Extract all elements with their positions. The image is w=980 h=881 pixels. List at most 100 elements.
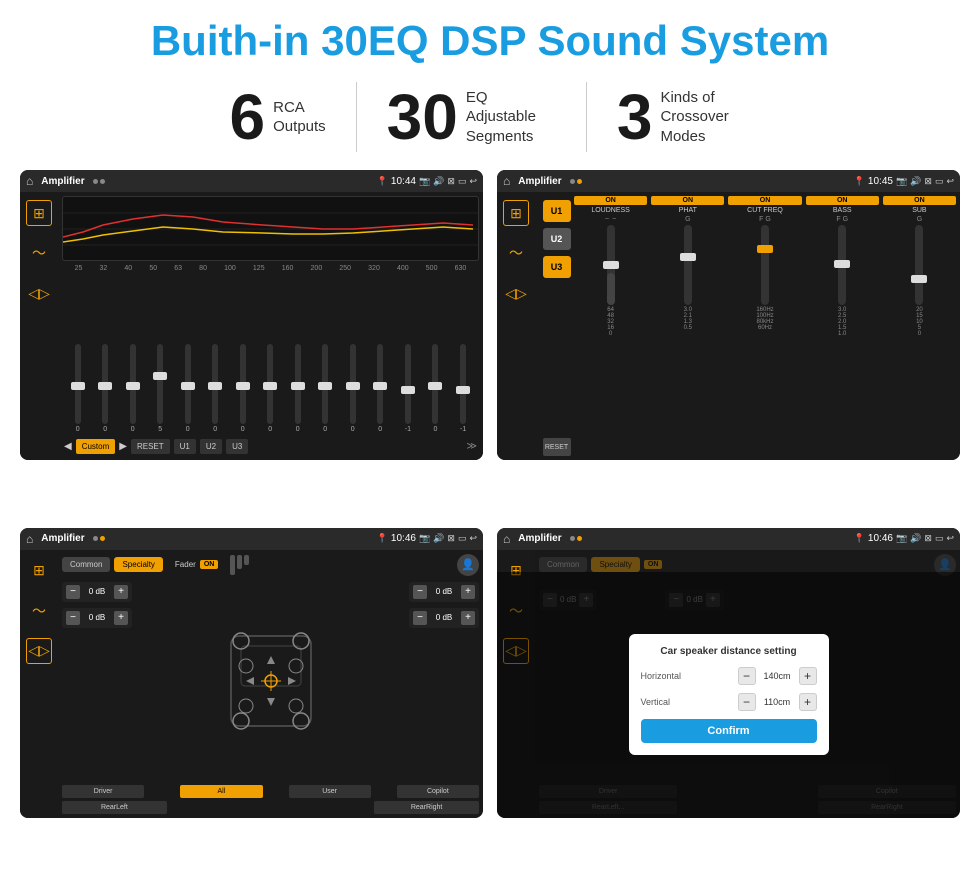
sub-label: SUB xyxy=(912,207,926,214)
copilot-btn[interactable]: Copilot xyxy=(397,785,479,798)
bass-on-btn[interactable]: ON xyxy=(806,196,879,205)
eq-slider-8[interactable]: 0 xyxy=(295,344,301,433)
fader-screen-content: ⊞ 〜 ◁▷ Common Specialty Fader ON xyxy=(20,550,483,818)
back-icon-4[interactable]: ↩ xyxy=(946,533,954,544)
eq-main: 253240506380100125160200250320400500630 … xyxy=(58,192,483,460)
eq-reset-btn[interactable]: RESET xyxy=(131,439,170,454)
eq-slider-7[interactable]: 0 xyxy=(267,344,273,433)
status-right-eq: 📍 10:44 📷 🔊 ⊠ ▭ ↩ xyxy=(377,176,477,187)
eq-slider-3[interactable]: 5 xyxy=(157,344,163,433)
signal-icon: ⊠ xyxy=(447,176,455,187)
camera-icon-4: 📷 xyxy=(896,533,907,544)
db-plus-3[interactable]: + xyxy=(461,585,475,599)
fader-label: Fader xyxy=(175,560,196,569)
confirm-button[interactable]: Confirm xyxy=(641,719,817,743)
fader-on-badge[interactable]: ON xyxy=(200,560,219,569)
fader-specialty-tab[interactable]: Specialty xyxy=(114,557,162,572)
eq-u1-btn[interactable]: U1 xyxy=(174,439,196,454)
fader-filter-icon[interactable]: ⊞ xyxy=(26,558,52,584)
dot-3 xyxy=(570,179,575,184)
horizontal-minus-btn[interactable]: − xyxy=(738,667,756,685)
eq-preset-custom[interactable]: Custom xyxy=(76,439,116,454)
eq-slider-1[interactable]: 0 xyxy=(102,344,108,433)
camera-icon: 📷 xyxy=(419,176,430,187)
sub-on-btn[interactable]: ON xyxy=(883,196,956,205)
db-minus-4[interactable]: − xyxy=(413,611,427,625)
fader-time: 10:46 xyxy=(391,533,416,544)
eq-slider-10[interactable]: 0 xyxy=(350,344,356,433)
u2-select-btn[interactable]: U2 xyxy=(543,228,571,250)
eq-bottom-bar: ◀ Custom ▶ RESET U1 U2 U3 ≫ xyxy=(62,435,479,456)
eq-slider-9[interactable]: 0 xyxy=(322,344,328,433)
eq-u3-btn[interactable]: U3 xyxy=(226,439,248,454)
fader-car-diagram xyxy=(138,582,403,781)
profile-icon[interactable]: 👤 xyxy=(457,554,479,576)
eq-time: 10:44 xyxy=(391,176,416,187)
home-icon-4[interactable]: ⌂ xyxy=(503,532,510,546)
rearleft-btn[interactable]: RearLeft xyxy=(62,801,167,814)
back-icon-3[interactable]: ↩ xyxy=(469,533,477,544)
eq-wave-icon[interactable]: 〜 xyxy=(26,240,52,266)
expand-icon[interactable]: ≫ xyxy=(467,441,477,452)
battery-icon-4: ▭ xyxy=(935,533,944,544)
db-minus-2[interactable]: − xyxy=(66,611,80,625)
phat-on-btn[interactable]: ON xyxy=(651,196,724,205)
fader-wave-icon[interactable]: 〜 xyxy=(26,598,52,624)
eq-slider-5[interactable]: 0 xyxy=(212,344,218,433)
eq-slider-11[interactable]: 0 xyxy=(377,344,383,433)
eq-slider-14[interactable]: -1 xyxy=(460,344,466,433)
home-icon-2[interactable]: ⌂ xyxy=(503,174,510,188)
db-plus-1[interactable]: + xyxy=(114,585,128,599)
vertical-label: Vertical xyxy=(641,697,671,707)
vertical-value: 110cm xyxy=(760,697,795,707)
fader-db-controls-right: − 0 dB + − 0 dB + xyxy=(409,582,479,781)
db-plus-2[interactable]: + xyxy=(114,611,128,625)
eq-vol-icon[interactable]: ◁▷ xyxy=(26,280,52,306)
fader-vol-icon[interactable]: ◁▷ xyxy=(26,638,52,664)
u3-select-btn[interactable]: U3 xyxy=(543,256,571,278)
db-minus-3[interactable]: − xyxy=(413,585,427,599)
dialog-title: Car speaker distance setting xyxy=(641,646,817,657)
channel-bass: ON BASS FG 3.02.52.01.51.0 xyxy=(806,196,879,456)
eq-next-btn[interactable]: ▶ xyxy=(119,441,127,452)
crossover-vol-icon[interactable]: ◁▷ xyxy=(503,280,529,306)
eq-u2-btn[interactable]: U2 xyxy=(200,439,222,454)
bass-values: 3.02.52.01.51.0 xyxy=(838,307,846,337)
user-btn[interactable]: User xyxy=(289,785,371,798)
eq-slider-13[interactable]: 0 xyxy=(432,344,438,433)
crossover-filter-icon[interactable]: ⊞ xyxy=(503,200,529,226)
signal-icon-2: ⊠ xyxy=(924,176,932,187)
fader-slider-mini xyxy=(230,555,249,575)
eq-slider-0[interactable]: 0 xyxy=(75,344,81,433)
crossover-reset-btn[interactable]: RESET xyxy=(543,438,571,456)
eq-slider-6[interactable]: 0 xyxy=(240,344,246,433)
eq-filter-icon[interactable]: ⊞ xyxy=(26,200,52,226)
all-btn[interactable]: All xyxy=(180,785,262,798)
loudness-on-btn[interactable]: ON xyxy=(574,196,647,205)
driver-btn[interactable]: Driver xyxy=(62,785,144,798)
home-icon[interactable]: ⌂ xyxy=(26,174,33,188)
crossover-wave-icon[interactable]: 〜 xyxy=(503,240,529,266)
vertical-minus-btn[interactable]: − xyxy=(738,693,756,711)
u1-select-btn[interactable]: U1 xyxy=(543,200,571,222)
fader-screen: ⌂ Amplifier 📍 10:46 📷 🔊 ⊠ ▭ ↩ xyxy=(20,528,483,818)
rearright-btn[interactable]: RearRight xyxy=(374,801,479,814)
home-icon-3[interactable]: ⌂ xyxy=(26,532,33,546)
db-plus-4[interactable]: + xyxy=(461,611,475,625)
horizontal-plus-btn[interactable]: + xyxy=(799,667,817,685)
vertical-plus-btn[interactable]: + xyxy=(799,693,817,711)
db-minus-1[interactable]: − xyxy=(66,585,80,599)
fader-common-tab[interactable]: Common xyxy=(62,557,110,572)
eq-prev-btn[interactable]: ◀ xyxy=(64,441,72,452)
stat-number-rca: 6 xyxy=(230,85,266,149)
cutfreq-on-btn[interactable]: ON xyxy=(728,196,801,205)
back-icon-2[interactable]: ↩ xyxy=(946,176,954,187)
eq-slider-12[interactable]: -1 xyxy=(405,344,411,433)
fader-side-controls: ⊞ 〜 ◁▷ xyxy=(20,550,58,818)
stat-text-eq: EQ AdjustableSegments xyxy=(466,88,556,147)
eq-slider-4[interactable]: 0 xyxy=(185,344,191,433)
vertical-control: − 110cm + xyxy=(738,693,817,711)
eq-slider-2[interactable]: 0 xyxy=(130,344,136,433)
battery-icon-2: ▭ xyxy=(935,176,944,187)
back-icon[interactable]: ↩ xyxy=(469,176,477,187)
